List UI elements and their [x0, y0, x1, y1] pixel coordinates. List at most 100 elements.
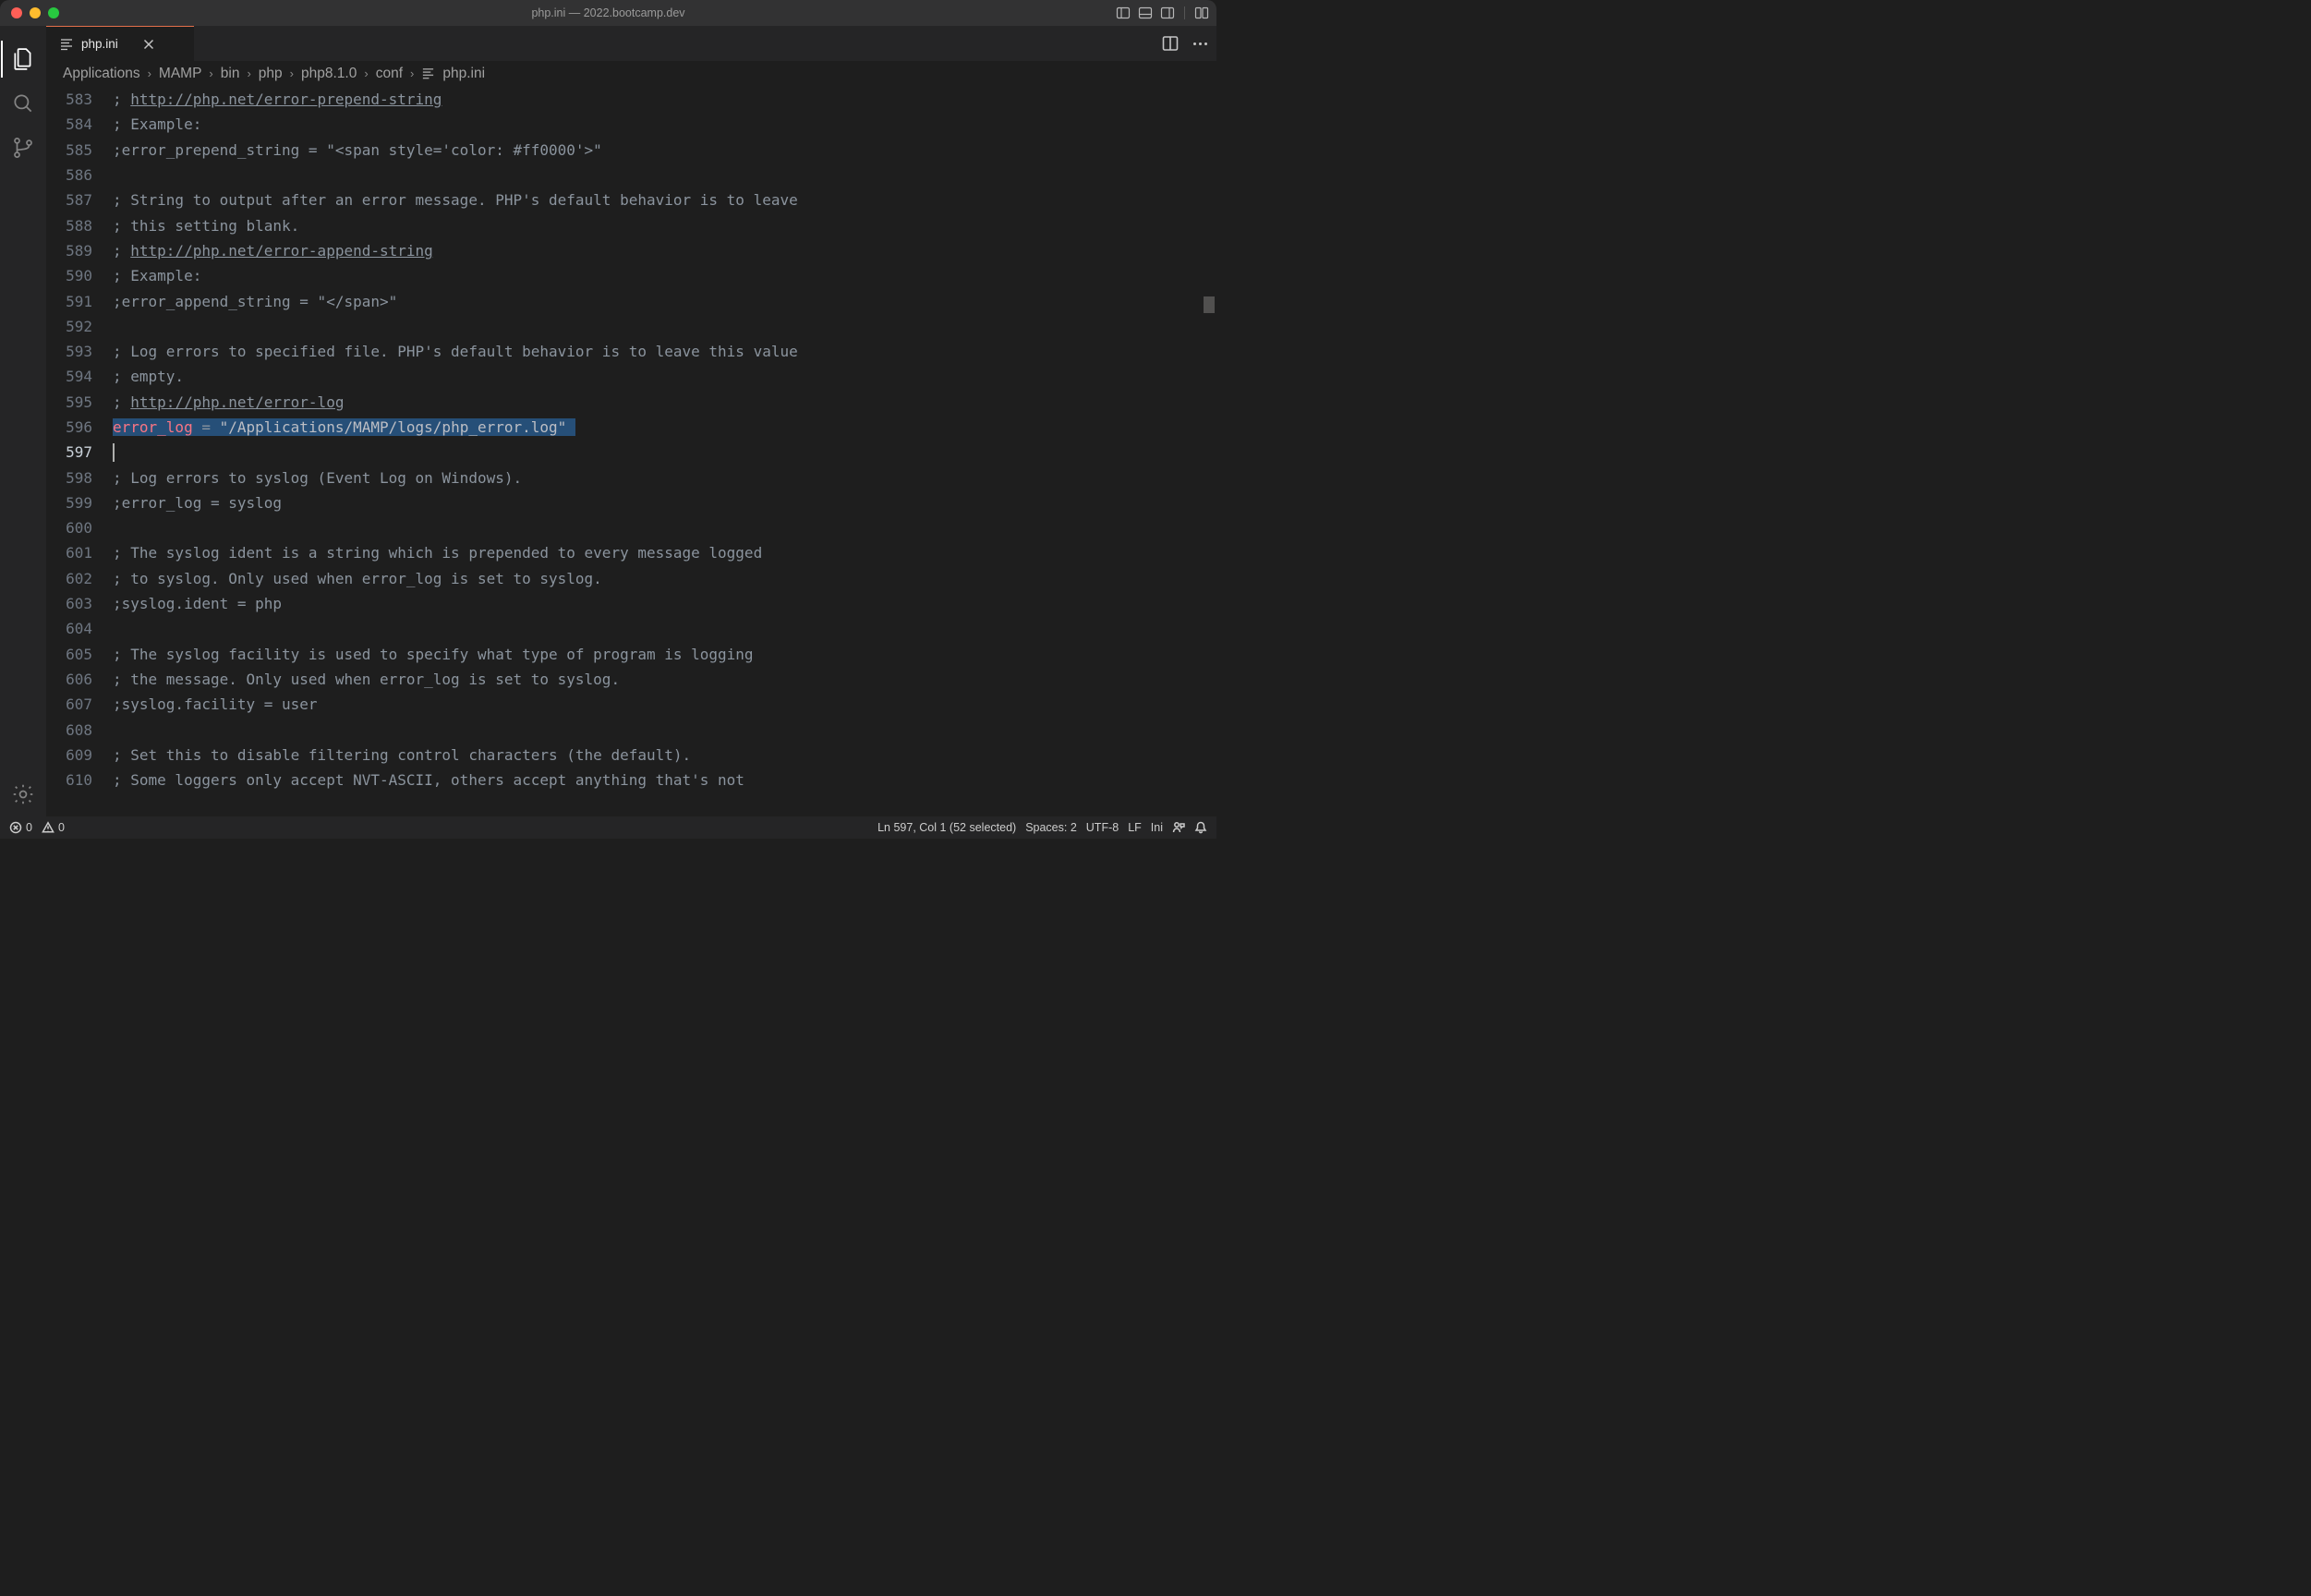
code-line[interactable]: 593; Log errors to specified file. PHP's… [46, 339, 1216, 364]
line-number: 602 [46, 570, 113, 587]
code-content: ; this setting blank. [113, 217, 299, 235]
code-content: ;error_prepend_string = "<span style='co… [113, 141, 602, 159]
status-encoding[interactable]: UTF-8 [1086, 821, 1119, 834]
code-line[interactable]: 594; empty. [46, 364, 1216, 389]
crumb-mamp[interactable]: MAMP [159, 66, 202, 82]
status-language-mode[interactable]: Ini [1151, 821, 1163, 834]
code-line[interactable]: 597 [46, 440, 1216, 465]
code-content: ; http://php.net/error-append-string [113, 242, 433, 260]
code-content: ; http://php.net/error-log [113, 393, 344, 411]
editor-group: php.ini Applications› MAMP› bin› php› ph… [46, 26, 1216, 816]
source-control-tab[interactable] [1, 126, 45, 170]
code-content: ; The syslog ident is a string which is … [113, 544, 762, 562]
code-line[interactable]: 591;error_append_string = "</span>" [46, 288, 1216, 313]
error-circle-icon [9, 821, 22, 834]
code-line[interactable]: 609; Set this to disable filtering contr… [46, 743, 1216, 768]
toggle-primary-sidebar-icon[interactable] [1116, 6, 1131, 20]
line-number: 588 [46, 217, 113, 235]
separator [1184, 6, 1185, 19]
search-tab[interactable] [1, 81, 45, 126]
status-errors[interactable]: 0 [9, 821, 32, 834]
settings-tab[interactable] [1, 772, 45, 816]
code-line[interactable]: 600 [46, 515, 1216, 540]
crumb-php[interactable]: php [259, 66, 283, 82]
code-line[interactable]: 586 [46, 163, 1216, 187]
crumb-conf[interactable]: conf [376, 66, 403, 82]
line-number: 608 [46, 721, 113, 739]
code-line[interactable]: 592 [46, 314, 1216, 339]
code-line[interactable]: 601; The syslog ident is a string which … [46, 540, 1216, 565]
code-line[interactable]: 596error_log = "/Applications/MAMP/logs/… [46, 415, 1216, 440]
status-notifications[interactable] [1194, 821, 1207, 834]
code-line[interactable]: 585;error_prepend_string = "<span style=… [46, 138, 1216, 163]
code-line[interactable]: 605; The syslog facility is used to spec… [46, 642, 1216, 667]
line-number: 603 [46, 595, 113, 612]
breadcrumbs[interactable]: Applications› MAMP› bin› php› php8.1.0› … [46, 61, 1216, 86]
line-number: 607 [46, 695, 113, 713]
status-warning-count: 0 [58, 821, 65, 834]
status-warnings[interactable]: 0 [42, 821, 65, 834]
code-line[interactable]: 606; the message. Only used when error_l… [46, 667, 1216, 692]
branch-icon [11, 136, 35, 160]
code-content: ; empty. [113, 368, 184, 385]
text-cursor [113, 443, 115, 462]
code-content: ;syslog.ident = php [113, 595, 282, 612]
window-controls [11, 7, 59, 18]
code-line[interactable]: 589; http://php.net/error-append-string [46, 238, 1216, 263]
code-line[interactable]: 607;syslog.facility = user [46, 692, 1216, 717]
customize-layout-icon[interactable] [1194, 6, 1209, 20]
toggle-secondary-sidebar-icon[interactable] [1160, 6, 1175, 20]
status-cursor-position[interactable]: Ln 597, Col 1 (52 selected) [877, 821, 1016, 834]
code-line[interactable]: 583; http://php.net/error-prepend-string [46, 87, 1216, 112]
chevron-right-icon: › [364, 66, 368, 80]
crumb-file[interactable]: php.ini [442, 66, 485, 82]
code-content: ; Set this to disable filtering control … [113, 746, 691, 764]
line-number: 583 [46, 91, 113, 108]
minimap[interactable] [1202, 86, 1216, 816]
minimap-viewport[interactable] [1204, 296, 1215, 313]
code-line[interactable]: 604 [46, 616, 1216, 641]
code-line[interactable]: 599;error_log = syslog [46, 490, 1216, 515]
line-number: 601 [46, 544, 113, 562]
editor-tab-label: php.ini [81, 37, 118, 51]
explorer-tab[interactable] [1, 37, 45, 81]
crumb-bin[interactable]: bin [221, 66, 240, 82]
editor-text-area[interactable]: 583; http://php.net/error-prepend-string… [46, 86, 1216, 816]
more-actions-button[interactable] [1193, 42, 1207, 45]
close-window-button[interactable] [11, 7, 22, 18]
close-icon[interactable] [142, 38, 155, 51]
minimize-window-button[interactable] [30, 7, 41, 18]
crumb-php810[interactable]: php8.1.0 [301, 66, 357, 82]
code-content: ; to syslog. Only used when error_log is… [113, 570, 602, 587]
code-line[interactable]: 608 [46, 717, 1216, 742]
status-eol[interactable]: LF [1128, 821, 1142, 834]
editor-tab-phpini[interactable]: php.ini [46, 26, 194, 61]
code-line[interactable]: 587; String to output after an error mes… [46, 187, 1216, 212]
toggle-panel-icon[interactable] [1138, 6, 1153, 20]
code-line[interactable]: 603;syslog.ident = php [46, 591, 1216, 616]
code-line[interactable]: 588; this setting blank. [46, 212, 1216, 237]
code-line[interactable]: 610; Some loggers only accept NVT-ASCII,… [46, 768, 1216, 792]
warning-triangle-icon [42, 821, 54, 834]
code-line[interactable]: 602; to syslog. Only used when error_log… [46, 566, 1216, 591]
status-feedback[interactable] [1172, 821, 1185, 834]
status-indent[interactable]: Spaces: 2 [1025, 821, 1077, 834]
code-content: ; the message. Only used when error_log … [113, 671, 620, 688]
maximize-window-button[interactable] [48, 7, 59, 18]
file-lines-icon [59, 37, 74, 52]
line-number: 599 [46, 494, 113, 512]
code-content: ;error_append_string = "</span>" [113, 293, 397, 310]
split-editor-icon[interactable] [1162, 35, 1179, 52]
code-line[interactable]: 595; http://php.net/error-log [46, 390, 1216, 415]
line-number: 585 [46, 141, 113, 159]
code-line[interactable]: 598; Log errors to syslog (Event Log on … [46, 465, 1216, 490]
line-number: 595 [46, 393, 113, 411]
code-line[interactable]: 584; Example: [46, 112, 1216, 137]
line-number: 584 [46, 115, 113, 133]
code-line[interactable]: 590; Example: [46, 263, 1216, 288]
line-number: 609 [46, 746, 113, 764]
line-number: 594 [46, 368, 113, 385]
crumb-applications[interactable]: Applications [63, 66, 140, 82]
chevron-right-icon: › [290, 66, 294, 80]
gear-icon [11, 782, 35, 806]
